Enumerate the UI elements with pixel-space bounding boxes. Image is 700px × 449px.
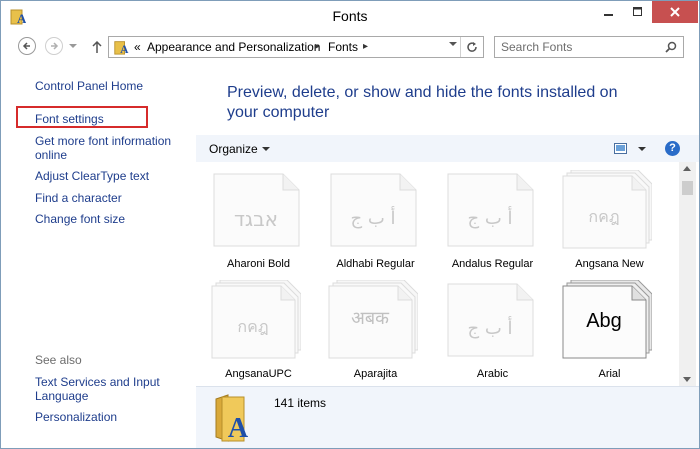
content-pane: Preview, delete, or show and hide the fo… [196, 63, 699, 448]
address-dropdown-icon[interactable] [449, 42, 457, 47]
font-item-aharoni-bold[interactable]: אבגד Aharoni Bold [196, 162, 306, 272]
refresh-button[interactable] [460, 37, 483, 57]
view-dropdown-icon[interactable] [638, 147, 646, 151]
font-preview-icon: أ ب ج [330, 173, 417, 247]
change-view-icon[interactable] [614, 143, 628, 154]
font-preview-icon: أ ب ج [447, 173, 534, 247]
font-item-angsana-new[interactable]: กคฎ Angsana New [547, 162, 657, 272]
scroll-up-arrow-icon[interactable] [683, 166, 691, 171]
close-button[interactable] [652, 1, 698, 23]
font-item-arabic[interactable]: أ ب ج Arabic [430, 272, 540, 382]
font-item-arial[interactable]: Abg Arial [547, 272, 657, 382]
breadcrumb-fonts[interactable]: Fonts [328, 40, 358, 54]
get-more-font-information-link[interactable]: Get more font information online [35, 134, 185, 162]
address-overflow-chevron[interactable]: « [134, 40, 141, 54]
font-preview-icon: أ ب ج [447, 283, 534, 357]
fonts-folder-icon: A [215, 394, 249, 443]
font-item-aldhabi-regular[interactable]: أ ب ج Aldhabi Regular [313, 162, 423, 272]
navigation-bar: A « Appearance and Personalization ▸ Fon… [1, 31, 699, 63]
change-font-size-link[interactable]: Change font size [35, 212, 125, 226]
font-family-stack-icon: Abg [562, 280, 652, 359]
vertical-scrollbar[interactable] [679, 162, 696, 386]
refresh-icon [467, 42, 477, 52]
help-icon[interactable]: ? [665, 141, 680, 156]
search-box[interactable] [494, 36, 684, 58]
font-settings-link[interactable]: Font settings [35, 112, 104, 126]
font-sample: Abg [586, 310, 622, 332]
font-family-stack-icon: กคฎ [562, 170, 652, 249]
arrow-left-icon [22, 42, 30, 50]
font-sample: أ ب ج [467, 316, 512, 339]
text-services-and-input-language-link[interactable]: Text Services and Input Language [35, 375, 185, 403]
font-name: Aldhabi Regular [336, 258, 415, 270]
scroll-down-arrow-icon[interactable] [683, 377, 691, 382]
up-arrow-icon[interactable] [91, 40, 103, 54]
font-family-stack-icon: अबक [328, 280, 418, 359]
search-input[interactable] [501, 39, 651, 55]
font-item-andalus-regular[interactable]: أ ب ج Andalus Regular [430, 162, 540, 272]
font-family-stack-icon: กคฎ [211, 280, 301, 359]
adjust-cleartype-text-link[interactable]: Adjust ClearType text [35, 169, 149, 183]
title-bar[interactable]: A Fonts [1, 1, 699, 31]
font-sample: אבגד [234, 207, 278, 231]
font-name: Arial [598, 368, 621, 380]
recent-locations-dropdown-icon[interactable] [69, 44, 77, 49]
font-preview-icon: אבגד [213, 173, 300, 247]
search-icon[interactable] [665, 41, 677, 53]
scrollbar-thumb[interactable] [682, 181, 693, 195]
breadcrumb-appearance-and-personalization[interactable]: Appearance and Personalization [147, 40, 320, 54]
left-task-pane: Control Panel Home Font settings Get mor… [1, 63, 196, 448]
font-sample: أ ب ج [467, 206, 512, 229]
details-pane: A 141 items [196, 386, 699, 448]
maximize-icon [633, 7, 642, 16]
font-item-angsanaupc[interactable]: กคฎ AngsanaUPC [196, 272, 306, 382]
font-sample: अबक [351, 308, 390, 329]
font-name: Aparajita [353, 368, 398, 380]
fonts-grid: אבגד Aharoni Bold أ ب ج Aldhabi Regular … [196, 162, 679, 386]
svg-text:A: A [228, 413, 249, 443]
minimize-button[interactable] [594, 1, 624, 23]
page-heading: Preview, delete, or show and hide the fo… [227, 84, 618, 121]
control-panel-home-link[interactable]: Control Panel Home [35, 79, 143, 93]
item-count: 141 items [274, 396, 327, 410]
svg-text:A: A [17, 11, 26, 25]
font-sample: أ ب ج [350, 206, 395, 229]
organize-button[interactable]: Organize [209, 142, 258, 156]
font-name: Aharoni Bold [227, 258, 290, 270]
fonts-window: A Fonts A « Appearance and Personalizati… [0, 0, 700, 449]
personalization-link[interactable]: Personalization [35, 410, 117, 424]
command-bar: Organize ? [196, 135, 699, 162]
arrow-right-icon [51, 42, 59, 50]
font-sample: กคฎ [237, 317, 268, 336]
maximize-button[interactable] [623, 1, 653, 23]
breadcrumb-separator[interactable]: ▸ [363, 41, 368, 52]
minimize-icon [604, 14, 613, 16]
breadcrumb-separator[interactable]: ▸ [315, 41, 320, 52]
forward-button[interactable] [45, 37, 63, 55]
address-bar[interactable]: A « Appearance and Personalization ▸ Fon… [108, 36, 484, 58]
fonts-folder-icon: A [114, 41, 129, 55]
close-icon [670, 7, 680, 17]
see-also-heading: See also [35, 353, 82, 367]
font-item-aparajita[interactable]: अबक Aparajita [313, 272, 423, 382]
font-name: AngsanaUPC [225, 368, 292, 380]
find-a-character-link[interactable]: Find a character [35, 191, 122, 205]
svg-text:A: A [120, 44, 129, 55]
fonts-folder-icon: A [10, 9, 26, 25]
font-name: Andalus Regular [451, 258, 534, 270]
font-sample: กคฎ [588, 207, 619, 226]
font-name: Angsana New [575, 258, 644, 270]
font-name: Arabic [476, 368, 509, 380]
back-button[interactable] [18, 37, 36, 55]
organize-dropdown-icon[interactable] [262, 147, 270, 151]
